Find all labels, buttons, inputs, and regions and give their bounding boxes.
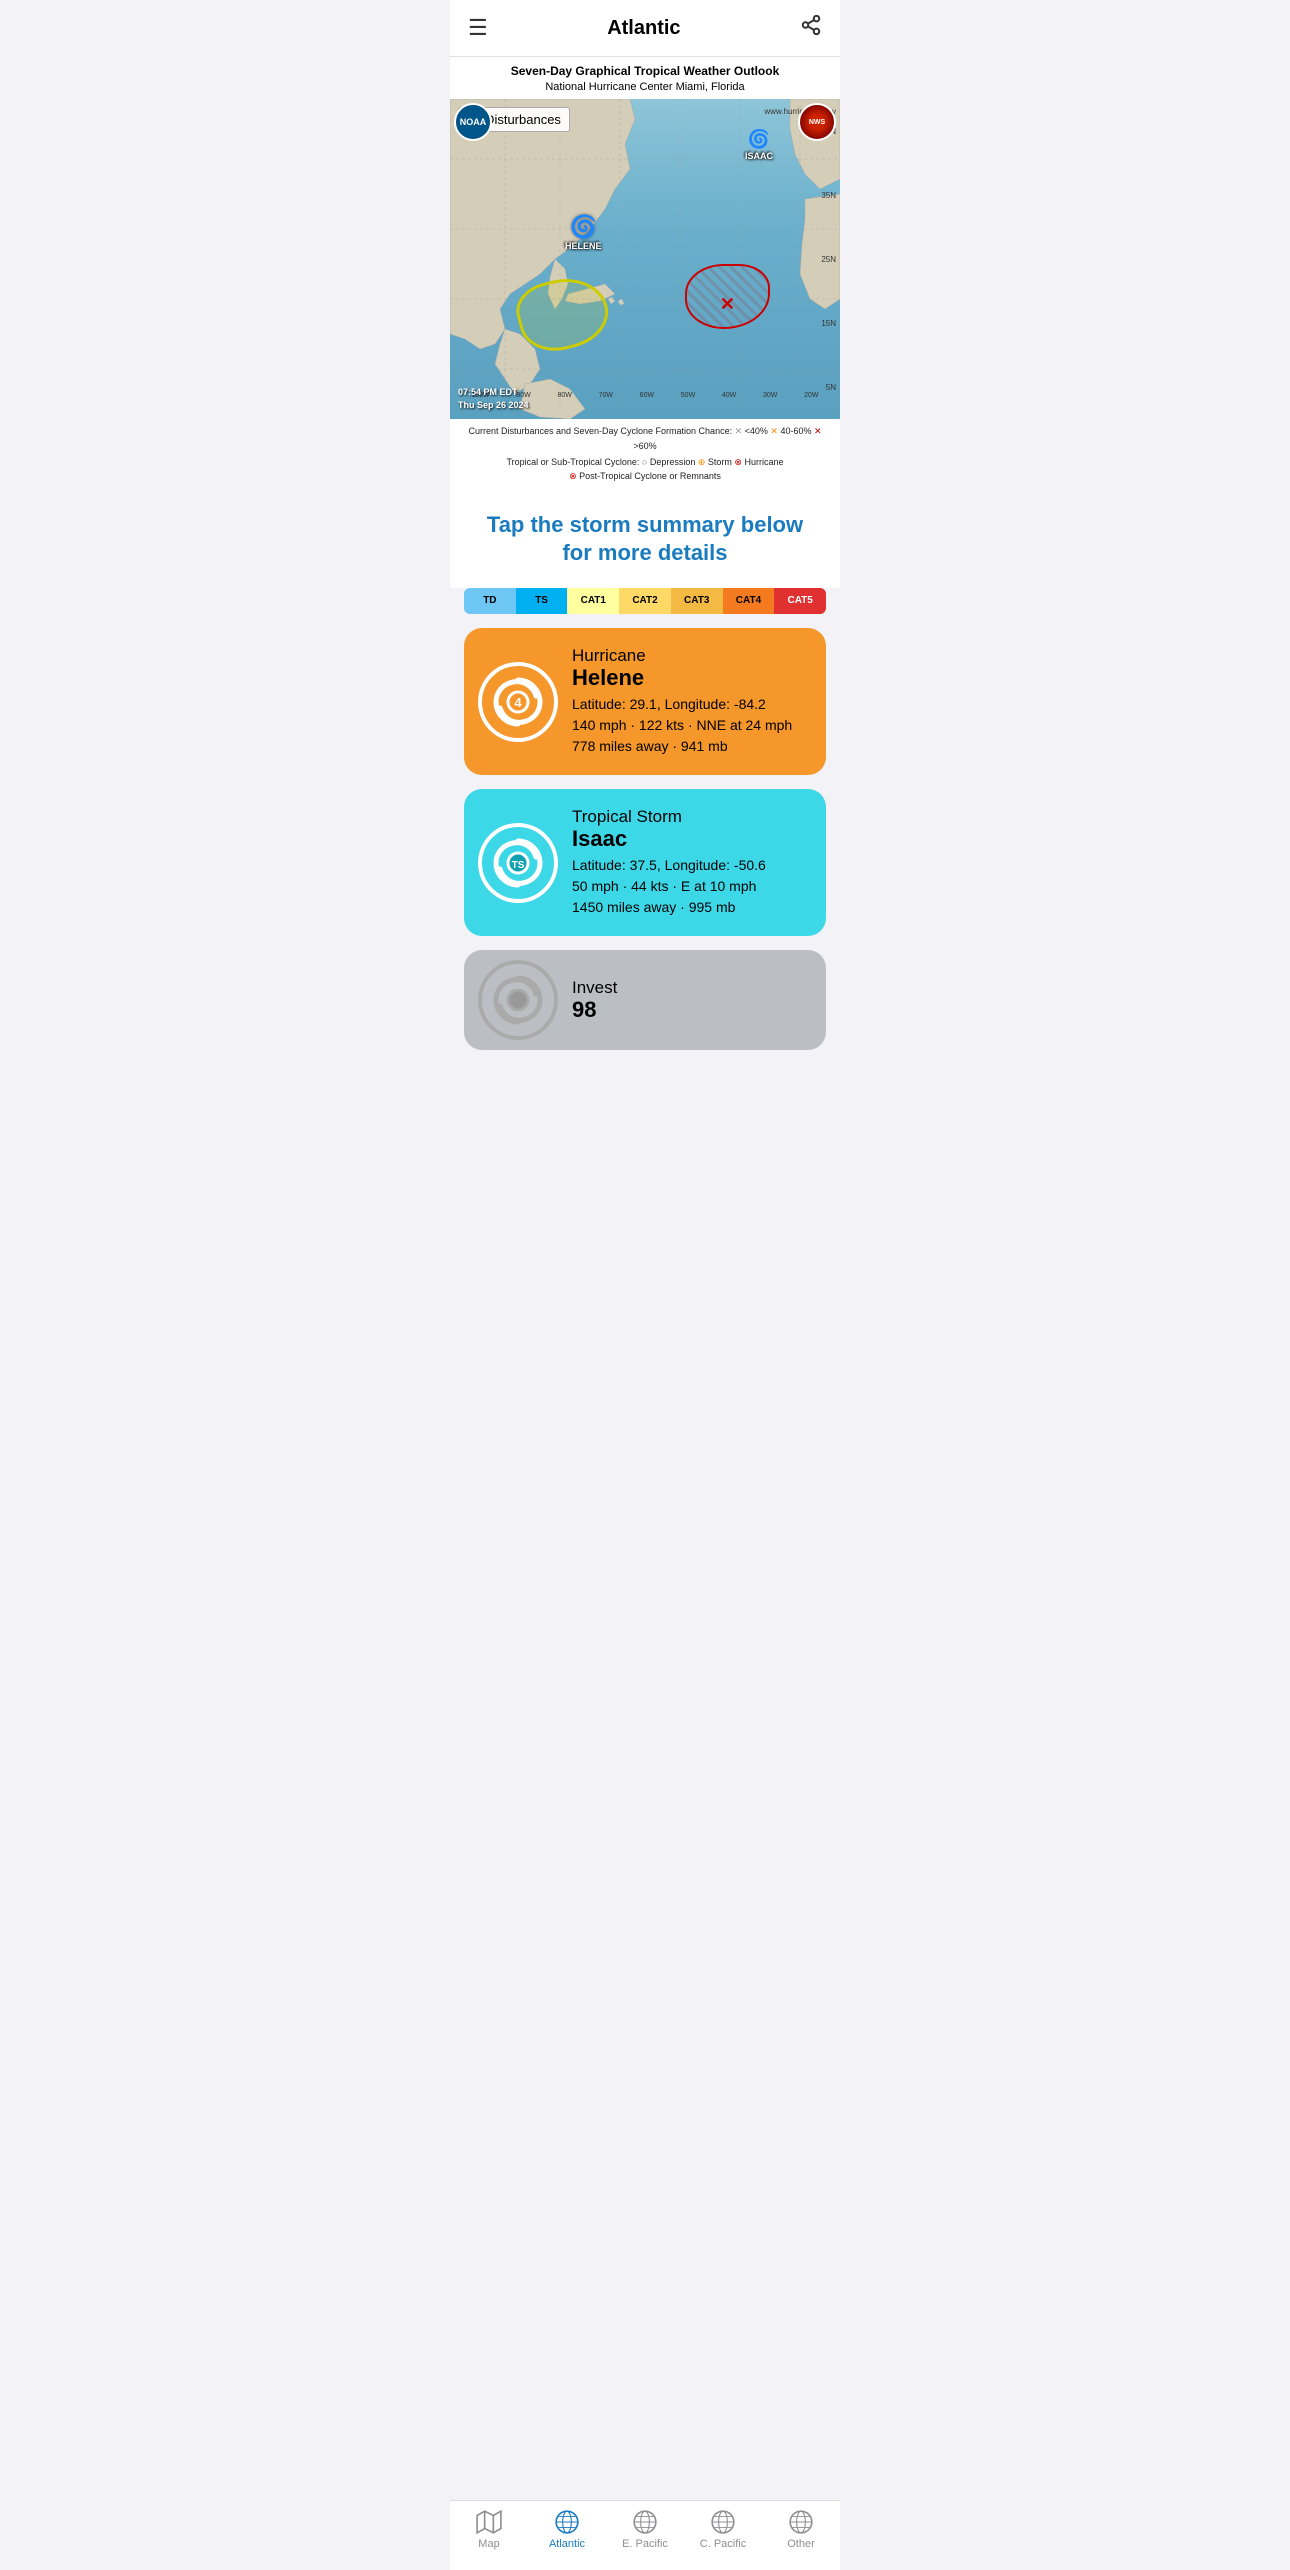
helene-storm-icon: 4 [478, 662, 558, 742]
cat-5: CAT5 [774, 588, 826, 614]
noaa-logo: NOAA [450, 99, 496, 145]
legend-line2: Tropical or Sub-Tropical Cyclone: ○ Depr… [460, 455, 830, 469]
nav-epacific-label: E. Pacific [622, 2538, 668, 2550]
nav-atlantic-label: Atlantic [549, 2538, 585, 2550]
storm-card-invest98[interactable]: Invest 98 [464, 950, 826, 1050]
epacific-globe-icon [632, 2509, 658, 2535]
invest98-type: Invest [572, 978, 808, 998]
helene-info: Hurricane Helene Latitude: 29.1, Longitu… [572, 646, 808, 757]
storm-marker-isaac[interactable]: 🌀 ISAAC [745, 129, 773, 161]
invest98-info: Invest 98 [572, 978, 808, 1022]
helene-name: Helene [572, 666, 808, 690]
isaac-name: Isaac [572, 827, 808, 851]
cat-2: CAT2 [619, 588, 671, 614]
svg-text:TS: TS [512, 860, 525, 871]
legend-line3: ⊗ Post-Tropical Cyclone or Remnants [460, 469, 830, 483]
nav-map[interactable]: Map [459, 2509, 519, 2550]
isaac-info: Tropical Storm Isaac Latitude: 37.5, Lon… [572, 807, 808, 918]
hurricane-icon-helene: 🌀 [570, 214, 597, 240]
category-scale: TD TS CAT1 CAT2 CAT3 CAT4 CAT5 [464, 588, 826, 614]
storm-label-helene: HELENE [565, 241, 602, 251]
isaac-type: Tropical Storm [572, 807, 808, 827]
cat-1: CAT1 [567, 588, 619, 614]
map-timestamp: 07:54 PM EDT Thu Sep 26 2024 [458, 386, 529, 411]
app-header: ☰ Atlantic [450, 0, 840, 57]
nav-other-label: Other [787, 2538, 815, 2550]
nav-atlantic[interactable]: Atlantic [537, 2509, 597, 2550]
other-globe-icon [788, 2509, 814, 2535]
legend-title: Current Disturbances and Seven-Day Cyclo… [460, 424, 830, 453]
helene-details: Latitude: 29.1, Longitude: -84.2 140 mph… [572, 694, 808, 757]
map-image[interactable]: All Disturbances www.hurricanes.gov 45N … [450, 99, 840, 419]
storm-icon-isaac: 🌀 [748, 129, 770, 150]
bottom-navigation: Map Atlantic E. Pacific [450, 2500, 840, 2570]
map-legend: Current Disturbances and Seven-Day Cyclo… [450, 419, 840, 489]
red-x-marker: ✕ [720, 294, 735, 315]
storm-card-isaac[interactable]: TS Tropical Storm Isaac Latitude: 37.5, … [464, 789, 826, 936]
page-title: Atlantic [607, 17, 680, 40]
menu-icon[interactable]: ☰ [468, 15, 488, 41]
cpacific-globe-icon [710, 2509, 736, 2535]
cat-4: CAT4 [723, 588, 775, 614]
map-title-line2: National Hurricane Center Miami, Florida [454, 80, 836, 95]
isaac-details: Latitude: 37.5, Longitude: -50.6 50 mph … [572, 855, 808, 918]
cat-td: TD [464, 588, 516, 614]
helene-type: Hurricane [572, 646, 808, 666]
atlantic-globe-icon [554, 2509, 580, 2535]
isaac-storm-icon: TS [478, 823, 558, 903]
nav-epacific[interactable]: E. Pacific [615, 2509, 675, 2550]
nav-map-label: Map [478, 2538, 499, 2550]
nav-cpacific[interactable]: C. Pacific [693, 2509, 753, 2550]
storm-marker-helene[interactable]: 🌀 HELENE [565, 214, 602, 251]
storm-card-helene[interactable]: 4 Hurricane Helene Latitude: 29.1, Longi… [464, 628, 826, 775]
nav-cpacific-label: C. Pacific [700, 2538, 746, 2550]
nws-logo: NWS [794, 99, 840, 145]
share-icon[interactable] [800, 14, 822, 42]
invest98-name: 98 [572, 998, 808, 1022]
nav-other[interactable]: Other [771, 2509, 831, 2550]
invest98-icon [478, 960, 558, 1040]
cat-ts: TS [516, 588, 568, 614]
map-title-line1: Seven-Day Graphical Tropical Weather Out… [454, 63, 836, 80]
map-section: Seven-Day Graphical Tropical Weather Out… [450, 57, 840, 489]
svg-text:4: 4 [514, 695, 522, 710]
map-header-bar: Seven-Day Graphical Tropical Weather Out… [450, 57, 840, 99]
storm-label-isaac: ISAAC [745, 151, 773, 161]
cat-3: CAT3 [671, 588, 723, 614]
map-icon [476, 2509, 502, 2535]
tap-prompt: Tap the storm summary below for more det… [450, 489, 840, 588]
